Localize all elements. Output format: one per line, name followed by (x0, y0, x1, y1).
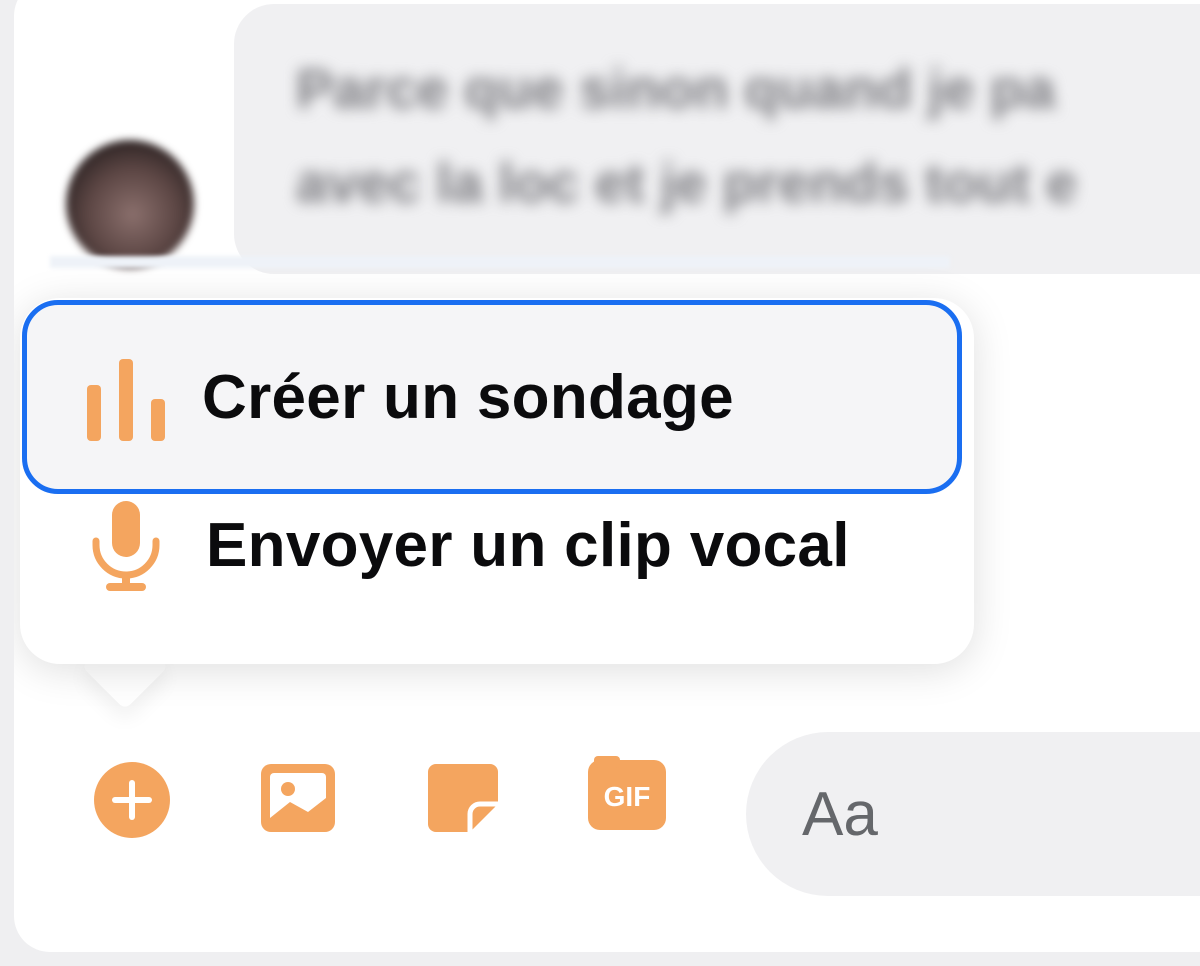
menu-item-label: Créer un sondage (202, 362, 734, 432)
sticker-icon[interactable] (424, 758, 504, 838)
chat-window: Parce que sinon quand je pa avec la loc … (14, 0, 1200, 952)
message-divider (50, 256, 950, 268)
message-line: avec la loc et je prends tout e (296, 151, 1078, 214)
plus-circle-icon[interactable] (92, 760, 172, 840)
gif-button[interactable]: GIF (584, 756, 666, 836)
message-line: Parce que sinon quand je pa (296, 57, 1056, 120)
create-poll-item[interactable]: Créer un sondage (22, 300, 962, 494)
gif-icon: GIF (588, 756, 666, 830)
avatar[interactable] (66, 140, 194, 268)
message-input[interactable] (802, 768, 1200, 860)
poll-icon (87, 359, 165, 441)
send-voice-clip-item[interactable]: Envoyer un clip vocal (22, 470, 962, 620)
message-composer[interactable] (746, 732, 1200, 896)
gif-label: GIF (604, 781, 651, 812)
menu-item-label: Envoyer un clip vocal (206, 510, 850, 580)
microphone-icon (92, 501, 160, 591)
image-icon[interactable] (258, 758, 338, 838)
message-bubble[interactable]: Parce que sinon quand je pa avec la loc … (234, 4, 1200, 274)
